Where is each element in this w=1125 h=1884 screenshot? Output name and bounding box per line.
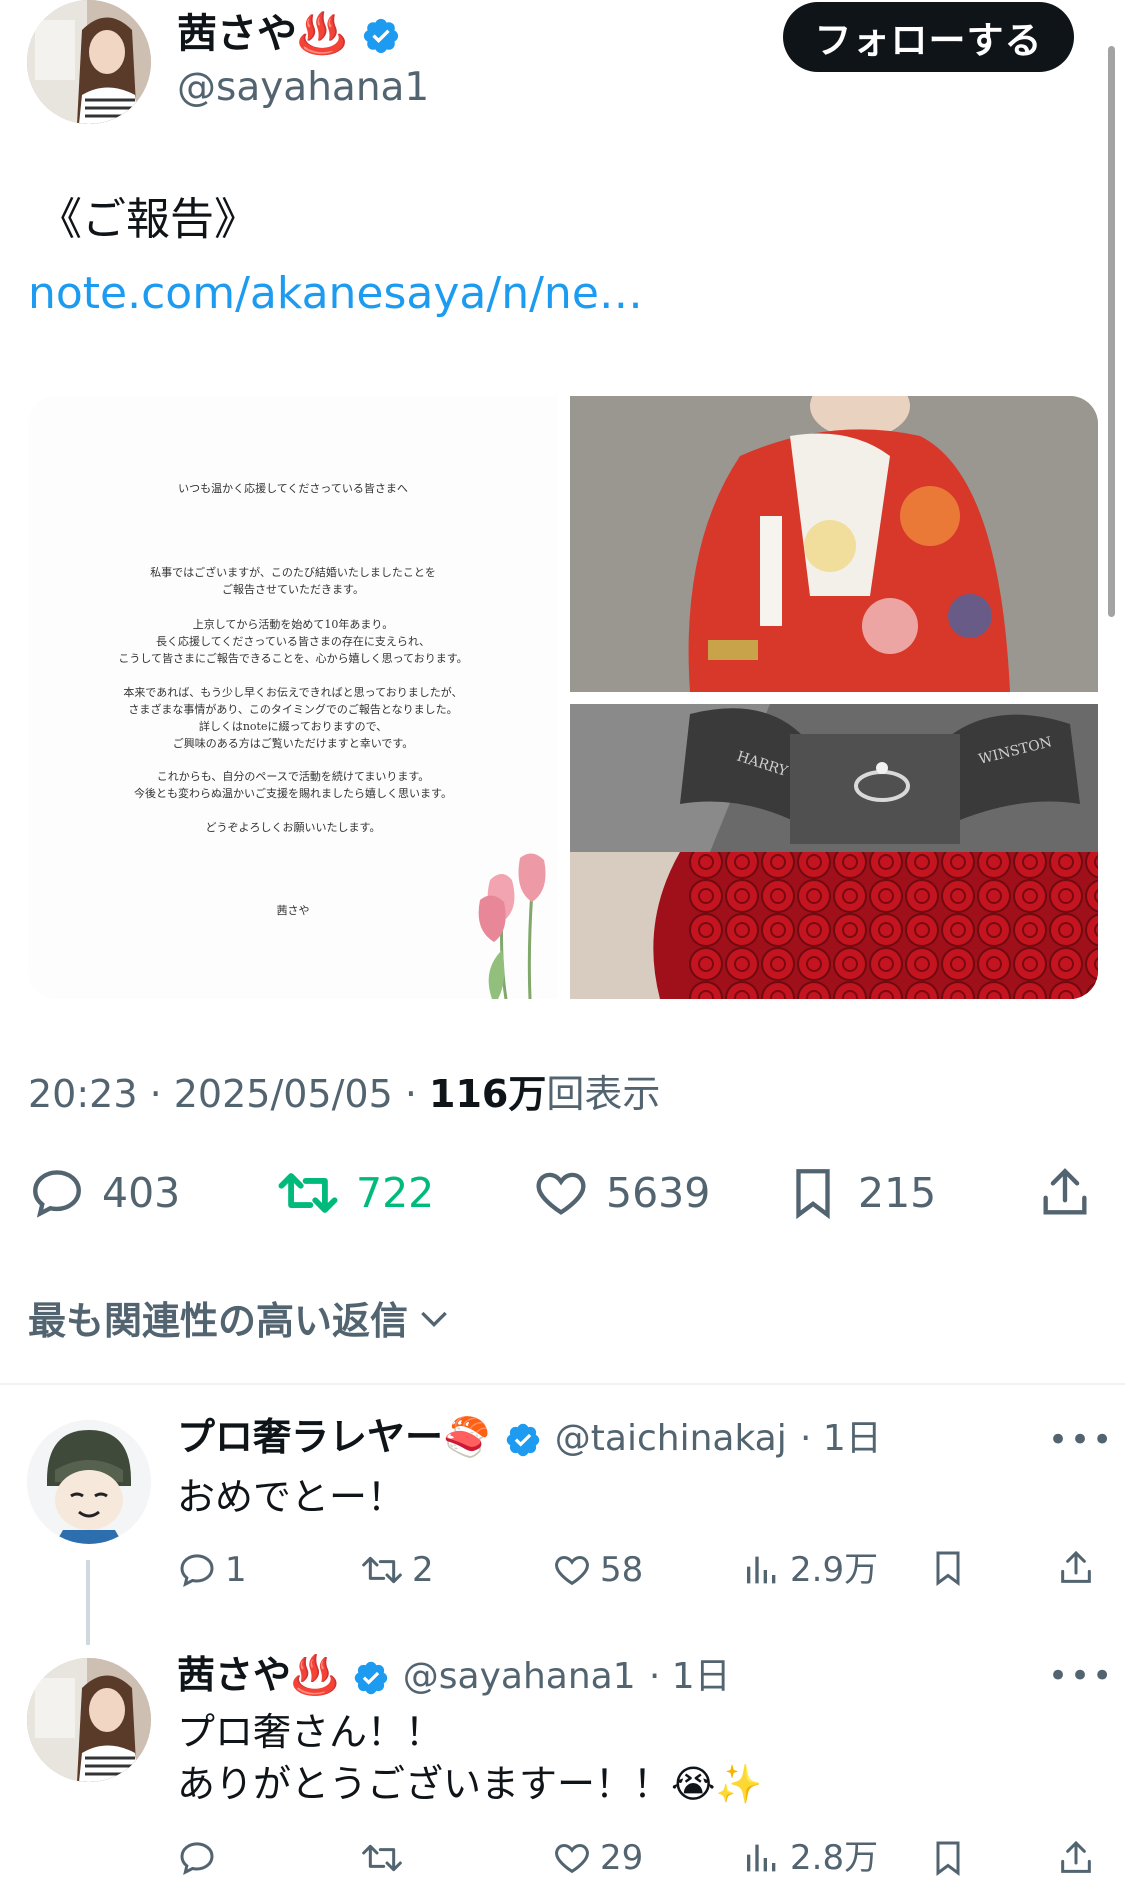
letter-line: ご興味のある方はご覧いただけますと幸いです。 [172, 737, 414, 750]
reply-views-button[interactable]: 2.8万 [742, 1838, 878, 1878]
reply-button[interactable]: 403 [28, 1164, 180, 1222]
retweet-icon [362, 1556, 402, 1584]
reply-time[interactable]: · 1日 [649, 1656, 731, 1697]
reply-sort-dropdown[interactable]: 最も関連性の高い返信 [28, 1290, 454, 1345]
letter-line: さまざまな事情があり、このタイミングでのご報告となりました。 [128, 703, 458, 716]
reply-retweet-button[interactable] [360, 1838, 412, 1878]
reply-reply-button[interactable]: 1 [177, 1550, 247, 1590]
author-handle[interactable]: @sayahana1 [177, 68, 429, 107]
letter-line: 詳しくはnoteに綴っておりますので、 [198, 720, 388, 733]
tweet-text: 《ご報告》 [38, 194, 258, 245]
reply-like-button[interactable]: 29 [552, 1838, 643, 1878]
reply-bookmark-button[interactable] [928, 1838, 976, 1878]
heart-icon [536, 1172, 586, 1215]
follow-button[interactable]: フォローする [783, 2, 1074, 72]
letter-line: これからも、自分のペースで活動を続けてまいります。 [156, 770, 430, 783]
reply-text-line-2: ありがとうございますー！！😭✨ [177, 1762, 763, 1806]
like-button[interactable]: 5639 [532, 1164, 710, 1222]
author-avatar[interactable] [27, 0, 151, 124]
media-grid: いつも温かく応援してくださっている皆さまへ 私事ではございますが、このたび結婚い… [28, 396, 1098, 999]
tulip-illustration [478, 853, 546, 999]
reply-share-button[interactable] [1056, 1838, 1104, 1878]
reply-bookmark-button[interactable] [928, 1548, 976, 1588]
tweet-link[interactable]: note.com/akanesaya/n/ne… [28, 272, 643, 316]
share-icon [1043, 1168, 1087, 1215]
letter-line: いつも温かく応援してくださっている皆さまへ [178, 482, 408, 495]
reply-text-line-1: プロ奢さん！！ [177, 1710, 444, 1754]
retweet-count: 722 [356, 1168, 435, 1217]
views-label: 回表示 [546, 1072, 661, 1116]
retweet-icon [362, 1844, 402, 1872]
reply-time[interactable]: · 1日 [800, 1418, 882, 1459]
sort-label: 最も関連性の高い返信 [28, 1299, 409, 1343]
reply-views-button[interactable]: 2.9万 [742, 1550, 878, 1590]
bookmark-icon [936, 1551, 960, 1586]
letter-line: 本来であれば、もう少し早くお伝えできればと思っておりましたが、 [123, 686, 463, 699]
reply-reply-button[interactable] [177, 1838, 225, 1878]
heart-icon [555, 1555, 589, 1586]
photo-announcement-letter[interactable]: いつも温かく応援してくださっている皆さまへ 私事ではございますが、このたび結婚い… [28, 396, 558, 999]
tweet-meta: 20:23 · 2025/05/05 · 116万回表示 [28, 1075, 660, 1113]
letter-line: 今後とも変わらぬ温かいご支援を賜れましたら嬉しく思います。 [134, 787, 452, 800]
views-count: 2.8万 [790, 1838, 879, 1878]
reply-author-handle[interactable]: @taichinakaj [555, 1418, 787, 1459]
like-count: 5639 [606, 1168, 711, 1217]
reply-like-button[interactable]: 58 [552, 1550, 643, 1590]
divider [0, 1383, 1125, 1385]
retweet-icon [278, 1173, 338, 1213]
photo-roses[interactable] [570, 852, 1098, 999]
thread-connector [86, 1560, 90, 1645]
share-icon [1061, 1840, 1091, 1873]
bookmark-count: 215 [858, 1168, 937, 1217]
more-options-icon[interactable]: ••• [1048, 1656, 1114, 1696]
reply-icon [180, 1842, 214, 1875]
letter-line: ご報告させていただきます。 [222, 583, 364, 596]
views-count: 116万 [429, 1072, 547, 1116]
reply-text: おめでとー！ [177, 1475, 406, 1519]
reply-author-name-text: 茜さや♨️ [177, 1653, 339, 1697]
author-name[interactable]: 茜さや♨️ [177, 14, 401, 56]
reply-avatar[interactable] [27, 1658, 151, 1782]
photo-ring-box[interactable]: HARRY WINSTON [570, 704, 1098, 852]
chevron-down-icon [421, 1311, 447, 1327]
bookmark-icon [936, 1841, 960, 1876]
photo-kimono[interactable] [570, 396, 1098, 692]
bookmark-button[interactable]: 215 [784, 1164, 936, 1222]
reply-author-name[interactable]: プロ奢ラレヤー🍣 @taichinakaj · 1日 [177, 1418, 882, 1459]
reply-icon [180, 1554, 214, 1587]
letter-line: どうぞよろしくお願いいたします。 [205, 821, 381, 834]
share-icon [1061, 1550, 1091, 1583]
verified-badge-icon [354, 1661, 387, 1694]
reply-author-name-text: プロ奢ラレヤー🍣 [177, 1415, 491, 1459]
like-count: 58 [600, 1550, 644, 1590]
verified-badge-icon [506, 1423, 539, 1456]
share-button[interactable] [1036, 1164, 1110, 1222]
views-chart-icon [747, 1556, 776, 1584]
letter-line: こうして皆さまにご報告できることを、心から嬉しく思っております。 [118, 652, 468, 665]
reply-author-handle[interactable]: @sayahana1 [403, 1656, 636, 1697]
verified-badge-icon [363, 18, 398, 54]
bookmark-icon [796, 1169, 830, 1220]
views-count: 2.9万 [790, 1550, 879, 1590]
reply-avatar[interactable] [27, 1420, 151, 1544]
heart-icon [555, 1843, 589, 1874]
letter-line: 上京してから活動を始めて10年あまり。 [192, 618, 394, 631]
author-name-text: 茜さや♨️ [177, 11, 347, 57]
views-chart-icon [747, 1844, 776, 1872]
reply-icon [33, 1170, 81, 1218]
reply-share-button[interactable] [1056, 1548, 1104, 1588]
reply-count: 403 [102, 1168, 181, 1217]
retweet-count: 2 [412, 1550, 434, 1590]
scrollbar[interactable] [1108, 46, 1115, 617]
letter-line: 長く応援してくださっている皆さまの存在に支えられ、 [156, 635, 430, 648]
like-count: 29 [600, 1838, 644, 1878]
letter-line: 私事ではございますが、このたび結婚いたしましたことを [150, 566, 436, 579]
reply-count: 1 [225, 1550, 247, 1590]
more-options-icon[interactable]: ••• [1048, 1420, 1114, 1460]
reply-retweet-button[interactable]: 2 [360, 1550, 434, 1590]
tweet-timestamp[interactable]: 20:23 · 2025/05/05 · [28, 1072, 429, 1116]
retweet-button[interactable]: 722 [276, 1164, 434, 1222]
reply-author-name[interactable]: 茜さや♨️ @sayahana1 · 1日 [177, 1656, 731, 1697]
